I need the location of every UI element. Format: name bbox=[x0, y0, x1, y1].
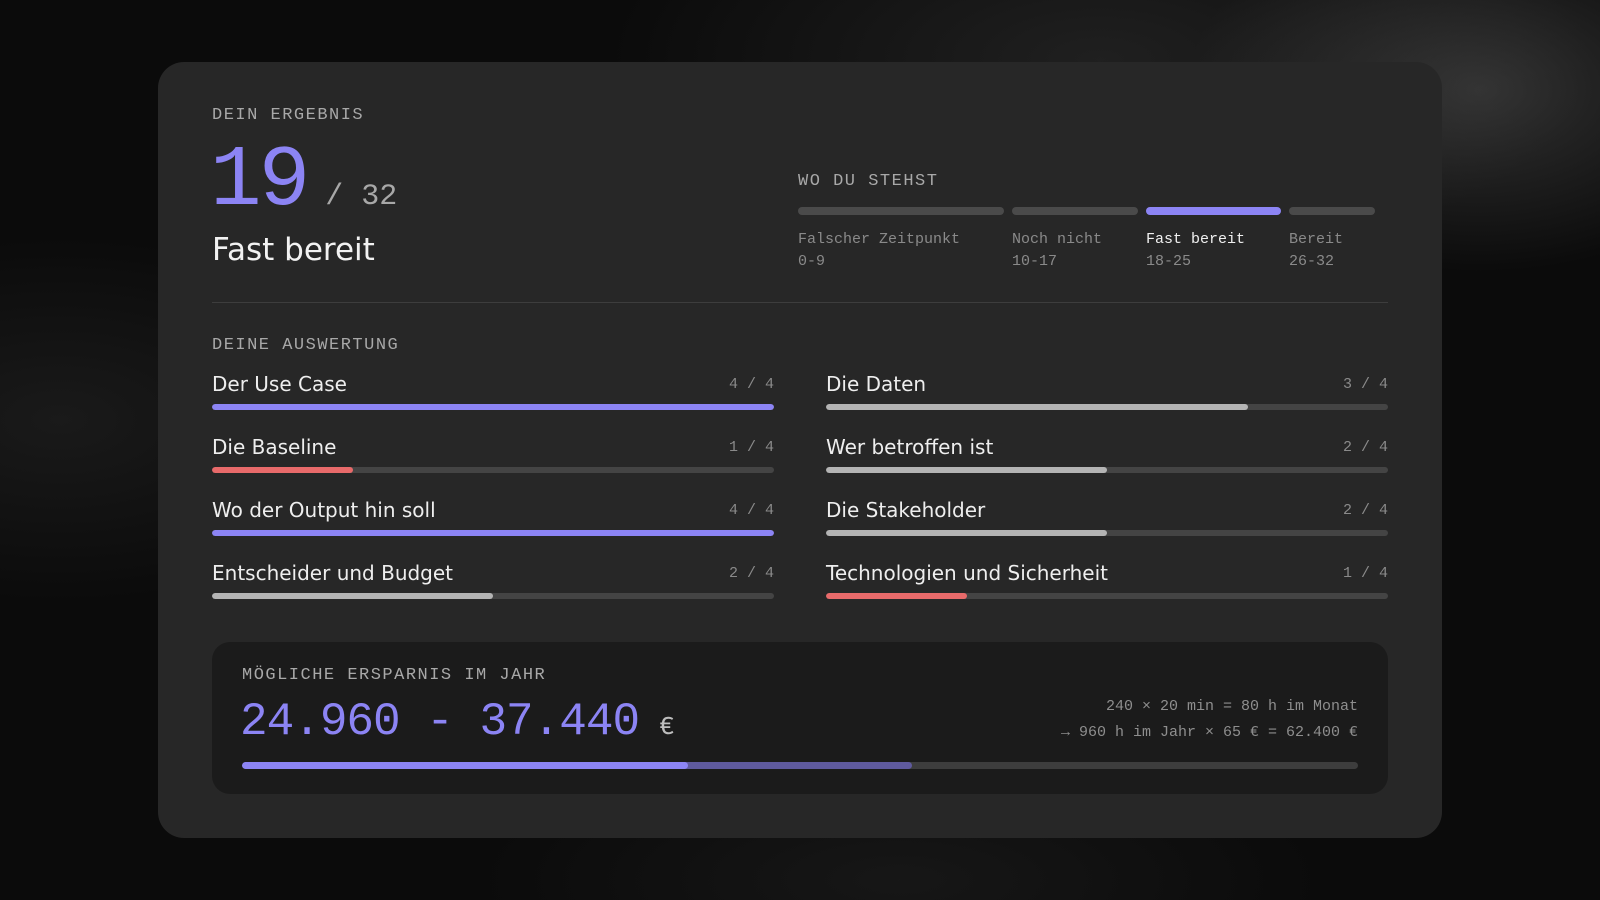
position-segment-bar bbox=[1012, 207, 1138, 215]
savings-panel: MÖGLICHE ERSPARNIS IM JAHR 24.960 - 37.4… bbox=[212, 642, 1388, 794]
score-max: / 32 bbox=[325, 180, 398, 214]
evaluation-item-score: 2 / 4 bbox=[728, 565, 774, 582]
score-display: 19 / 32 bbox=[210, 138, 397, 224]
evaluation-item-title: Wer betroffen ist bbox=[826, 435, 994, 459]
position-segments bbox=[798, 207, 1388, 215]
position-segment-name: Falscher Zeitpunkt bbox=[798, 231, 961, 248]
position-segment-name: Fast bereit bbox=[1146, 231, 1246, 248]
savings-calc-line-1: 240 × 20 min = 80 h im Monat bbox=[1105, 698, 1358, 715]
evaluation-item-track bbox=[826, 530, 1388, 536]
position-scale: WO DU STEHST Falscher Zeitpunkt 0-9 Noch n… bbox=[798, 172, 1388, 273]
position-segment-name: Noch nicht bbox=[1012, 231, 1103, 248]
position-segment-label: Bereit 26-32 bbox=[1289, 229, 1375, 273]
evaluation-item-score: 1 / 4 bbox=[728, 439, 774, 456]
result-label: DEIN ERGEBNIS bbox=[212, 106, 365, 125]
evaluation-item: Technologien und Sicherheit 1 / 4 bbox=[826, 557, 1388, 620]
evaluation-item-fill bbox=[212, 593, 493, 599]
evaluation-item: Wer betroffen ist 2 / 4 bbox=[826, 431, 1388, 494]
evaluation-item-score: 4 / 4 bbox=[728, 376, 774, 393]
position-segment-bar bbox=[1146, 207, 1281, 215]
evaluation-item-title: Wo der Output hin soll bbox=[212, 498, 436, 522]
score-value: 19 bbox=[210, 132, 310, 230]
evaluation-item-fill bbox=[212, 530, 774, 536]
evaluation-item-score: 4 / 4 bbox=[728, 502, 774, 519]
evaluation-item: Wo der Output hin soll 4 / 4 bbox=[212, 494, 774, 557]
evaluation-item-track bbox=[826, 467, 1388, 473]
evaluation-item: Die Daten 3 / 4 bbox=[826, 368, 1388, 431]
evaluation-item-score: 2 / 4 bbox=[1342, 439, 1388, 456]
evaluation-item-track bbox=[212, 404, 774, 410]
evaluation-item-title: Der Use Case bbox=[212, 372, 347, 396]
evaluation-item-fill bbox=[826, 530, 1107, 536]
position-segment-range: 10-17 bbox=[1012, 253, 1058, 270]
evaluation-item-track bbox=[826, 593, 1388, 599]
result-card: DEIN ERGEBNIS 19 / 32 Fast bereit WO DU … bbox=[158, 62, 1442, 838]
savings-calc-line-2: → 960 h im Jahr × 65 € = 62.400 € bbox=[1060, 724, 1358, 741]
savings-calculation: 240 × 20 min = 80 h im Monat → 960 h im … bbox=[1061, 694, 1358, 746]
position-segment-labels: Falscher Zeitpunkt 0-9 Noch nicht 10-17 Fast… bbox=[798, 229, 1388, 273]
evaluation-item-fill bbox=[212, 404, 774, 410]
evaluation-item-title: Die Baseline bbox=[212, 435, 337, 459]
evaluation-item: Der Use Case 4 / 4 bbox=[212, 368, 774, 431]
position-segment-label: Noch nicht 10-17 bbox=[1012, 229, 1138, 273]
evaluation-item-score: 2 / 4 bbox=[1342, 502, 1388, 519]
position-segment-range: 18-25 bbox=[1146, 253, 1192, 270]
evaluation-item-title: Die Daten bbox=[826, 372, 927, 396]
evaluation-item-track bbox=[212, 467, 774, 473]
position-segment-range: 26-32 bbox=[1289, 253, 1335, 270]
evaluation-item-score: 1 / 4 bbox=[1342, 565, 1388, 582]
position-segment-bar bbox=[1289, 207, 1375, 215]
evaluation-item-fill bbox=[826, 467, 1107, 473]
savings-value: 24.960 - 37.440 € bbox=[240, 696, 675, 748]
position-segment-label: Falscher Zeitpunkt 0-9 bbox=[798, 229, 1004, 273]
position-label: WO DU STEHST bbox=[798, 172, 939, 191]
position-segment-name: Bereit bbox=[1289, 231, 1344, 248]
divider bbox=[212, 302, 1388, 303]
evaluation-item-track bbox=[826, 404, 1388, 410]
evaluation-item-title: Die Stakeholder bbox=[826, 498, 986, 522]
evaluation-item-fill bbox=[826, 593, 967, 599]
evaluation-item-title: Technologien und Sicherheit bbox=[826, 561, 1108, 585]
savings-amount: 24.960 - 37.440 bbox=[240, 696, 640, 748]
savings-bar bbox=[242, 762, 1358, 769]
evaluation-item: Entscheider und Budget 2 / 4 bbox=[212, 557, 774, 620]
savings-bar-min bbox=[242, 762, 689, 769]
evaluation-grid: Der Use Case 4 / 4 Die Daten 3 / 4 Die Basel… bbox=[212, 368, 1388, 620]
savings-label: MÖGLICHE ERSPARNIS IM JAHR bbox=[242, 666, 547, 685]
position-segment-bar bbox=[798, 207, 1004, 215]
position-segment-label: Fast bereit 18-25 bbox=[1146, 229, 1281, 273]
evaluation-label: DEINE AUSWERTUNG bbox=[212, 336, 400, 355]
evaluation-item: Die Baseline 1 / 4 bbox=[212, 431, 774, 494]
evaluation-item: Die Stakeholder 2 / 4 bbox=[826, 494, 1388, 557]
position-segment-range: 0-9 bbox=[798, 253, 826, 270]
evaluation-item-fill bbox=[826, 404, 1248, 410]
evaluation-item-track bbox=[212, 530, 774, 536]
status-title: Fast bereit bbox=[212, 232, 375, 268]
evaluation-item-fill bbox=[212, 467, 353, 473]
evaluation-item-title: Entscheider und Budget bbox=[212, 561, 454, 585]
evaluation-item-score: 3 / 4 bbox=[1342, 376, 1388, 393]
savings-currency: € bbox=[659, 712, 675, 742]
evaluation-item-track bbox=[212, 593, 774, 599]
